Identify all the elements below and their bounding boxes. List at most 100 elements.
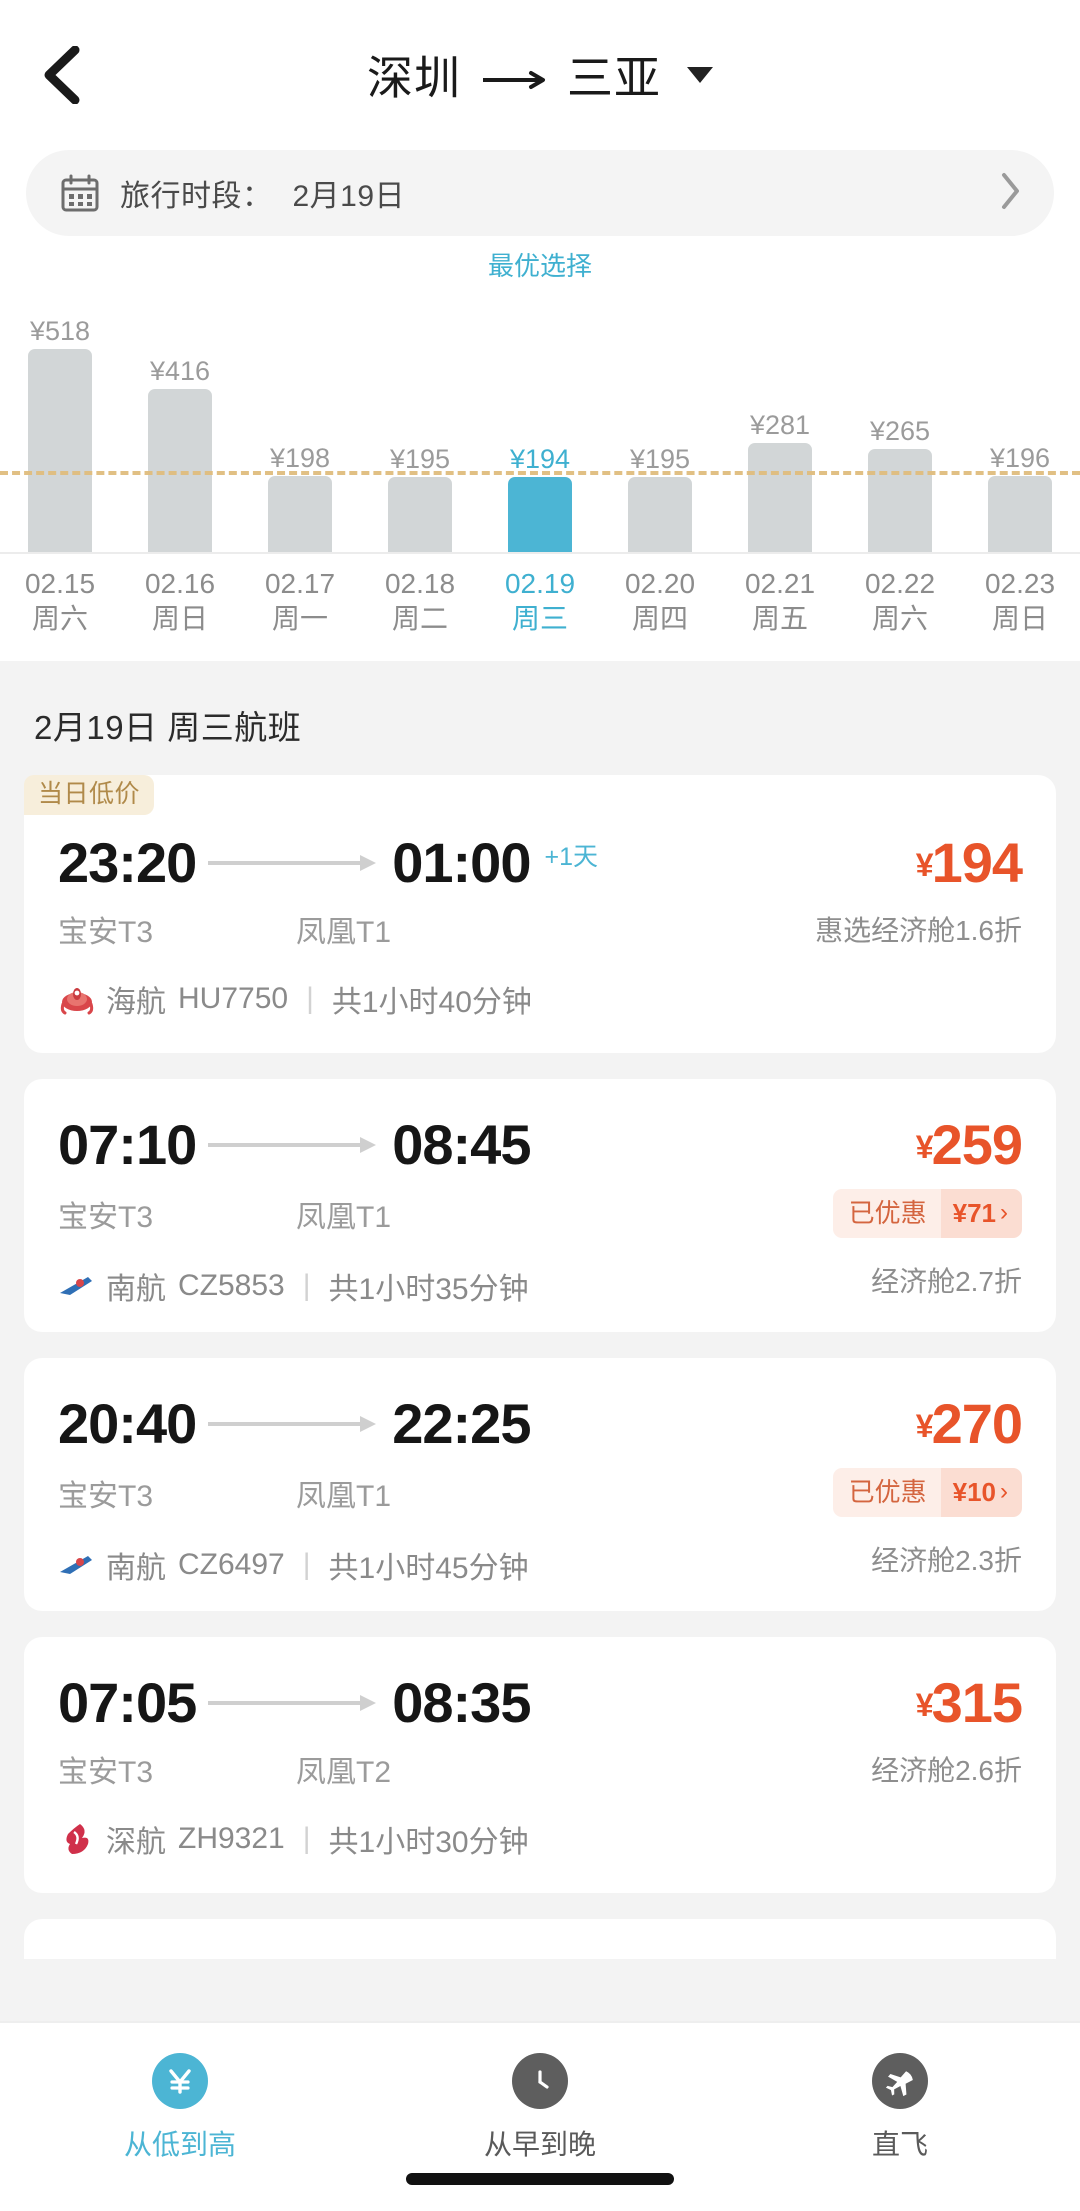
- chart-bar-02-20[interactable]: ¥195: [600, 294, 720, 554]
- cabin-class: 经济舱2.3折: [871, 1545, 1022, 1577]
- chart-date-02-22[interactable]: 02.22 周六: [840, 566, 960, 637]
- next-flight-card-partial[interactable]: [24, 1919, 1056, 1960]
- chart-x-axis-labels[interactable]: 02.15 周六 02.16 周日 02.17 周一 02.18 周二 02.19 周三 02.20…: [0, 566, 1080, 637]
- chart-bar-02-23[interactable]: ¥196: [960, 294, 1080, 554]
- cabin-class: 惠选经济舱1.6折: [815, 915, 1022, 947]
- chart-bar-02-19[interactable]: 最优选择 ¥194: [480, 251, 600, 554]
- flight-price: ¥194: [916, 835, 1023, 891]
- price-amount: 194: [931, 831, 1023, 895]
- flight-list-title: 2月19日 周三航班: [34, 709, 302, 747]
- terminals-row: 宝安T3 凤凰T1 已优惠 ¥10 ›: [58, 1468, 1022, 1518]
- route-title[interactable]: 深圳 三亚: [0, 42, 1080, 108]
- flight-times-row: 20:40 22:25 ¥270: [58, 1392, 1023, 1456]
- shenzhen-airlines-logo: [58, 1820, 96, 1858]
- chart-bar-02-15[interactable]: ¥518: [0, 294, 120, 554]
- flight-price: ¥315: [916, 1675, 1023, 1731]
- chart-date-02-17[interactable]: 02.17 周一: [240, 566, 360, 637]
- sort-tab-2[interactable]: 从早到晚: [360, 2053, 720, 2163]
- chart-bar-02-17[interactable]: ¥198: [240, 294, 360, 554]
- average-price-line: [0, 471, 1080, 475]
- sort-tab-1[interactable]: 从低到高: [0, 2053, 360, 2163]
- chart-date-02-21[interactable]: 02.21 周五: [720, 566, 840, 637]
- arrival-time: 08:45: [392, 1113, 531, 1177]
- date-label: 02.16: [144, 568, 216, 599]
- arrival-time: 08:35: [392, 1671, 531, 1735]
- price-block: ¥270: [916, 1396, 1023, 1452]
- flight-arrow-icon: [204, 1132, 384, 1158]
- chart-date-02-16[interactable]: 02.16 周日: [120, 566, 240, 637]
- times-group: 07:10 08:45: [58, 1113, 531, 1177]
- chart-plot-area: ¥518 ¥416 ¥198 ¥195 最优选择 ¥194 ¥195 ¥281 ¥265 ¥196: [0, 251, 1080, 554]
- weekday-label: 周五: [751, 603, 808, 634]
- back-button[interactable]: [30, 44, 92, 106]
- flight-times-row: 07:10 08:45 ¥259: [58, 1113, 1023, 1177]
- flight-search-screen: 深圳 三亚 旅行时段： 2月19日 ¥518 ¥416 ¥198 ¥195 最优…: [0, 0, 1080, 2211]
- chevron-right-icon: [1000, 172, 1022, 215]
- travel-period-selector[interactable]: 旅行时段： 2月19日: [26, 150, 1054, 236]
- destination-city: 三亚: [567, 52, 661, 104]
- chart-bar-02-18[interactable]: ¥195: [360, 294, 480, 554]
- travel-period-label: 旅行时段：: [120, 180, 273, 213]
- bar-price-label: ¥194: [509, 444, 571, 474]
- departure-time: 07:05: [58, 1671, 197, 1735]
- sort-tab-label: 直飞: [871, 2129, 928, 2160]
- price-amount: 270: [931, 1392, 1023, 1456]
- chart-date-02-23[interactable]: 02.23 周日: [960, 566, 1080, 637]
- discount-badge[interactable]: 已优惠 ¥10 ›: [832, 1468, 1022, 1518]
- date-bar-wrapper: 旅行时段： 2月19日: [0, 150, 1080, 236]
- clock-circle-icon: [512, 2053, 568, 2109]
- caret-down-icon[interactable]: [687, 67, 713, 83]
- china-southern-logo: [58, 1267, 96, 1305]
- bar-price-label: ¥281: [749, 410, 811, 440]
- flight-duration: 共1小时35分钟: [328, 1273, 529, 1307]
- chart-bar-02-21[interactable]: ¥281: [720, 294, 840, 554]
- sort-tab-3[interactable]: 直飞: [720, 2053, 1080, 2163]
- flight-cards-container: 当日低价 23:20 01:00 +1天 ¥194 宝安T3 凤凰T1 惠选经济舱1.6折 海航…: [24, 775, 1056, 1894]
- date-label: 02.23: [984, 568, 1056, 599]
- departure-terminal: 宝安T3: [58, 916, 154, 950]
- airline-name: 南航: [106, 1552, 166, 1586]
- weekday-label: 周日: [991, 603, 1048, 634]
- weekday-label: 周三: [511, 603, 568, 634]
- weekday-label: 周六: [871, 603, 928, 634]
- date-label: 02.17: [264, 568, 336, 599]
- bar-price-label: ¥195: [629, 444, 691, 474]
- price-block: ¥259: [916, 1117, 1023, 1173]
- chevron-right-small-icon: ›: [1000, 1199, 1008, 1227]
- price-block: ¥315: [916, 1675, 1023, 1731]
- bar-price-label: ¥518: [29, 316, 91, 346]
- weekday-label: 周日: [151, 603, 208, 634]
- flight-card[interactable]: 07:10 08:45 ¥259 宝安T3 凤凰T1 已优惠 ¥71 › 南航 CZ5853 | 共1…: [24, 1079, 1056, 1333]
- flight-arrow-icon: [204, 850, 384, 876]
- separator: |: [306, 982, 314, 1016]
- best-choice-label: 最优选择: [487, 251, 593, 281]
- bar-rect: [628, 477, 692, 554]
- bar-rect: [28, 349, 92, 554]
- chart-bar-02-22[interactable]: ¥265: [840, 294, 960, 554]
- chart-bar-02-16[interactable]: ¥416: [120, 294, 240, 554]
- arrival-time: 22:25: [392, 1392, 531, 1456]
- flight-arrow-icon: [204, 1690, 384, 1716]
- chart-date-02-18[interactable]: 02.18 周二: [360, 566, 480, 637]
- flight-number: HU7750: [178, 982, 289, 1016]
- flight-card[interactable]: 当日低价 23:20 01:00 +1天 ¥194 宝安T3 凤凰T1 惠选经济舱1.6折 海航…: [24, 775, 1056, 1054]
- date-label: 02.21: [744, 568, 816, 599]
- price-trend-chart[interactable]: ¥518 ¥416 ¥198 ¥195 最优选择 ¥194 ¥195 ¥281 ¥265 ¥196: [0, 251, 1080, 554]
- bar-price-label: ¥196: [989, 443, 1051, 473]
- chart-date-02-19[interactable]: 02.19 周三: [480, 566, 600, 637]
- flight-card[interactable]: 20:40 22:25 ¥270 宝安T3 凤凰T1 已优惠 ¥10 › 南航 CZ6497 | 共1…: [24, 1358, 1056, 1612]
- bar-price-label: ¥195: [389, 444, 451, 474]
- chart-date-02-20[interactable]: 02.20 周四: [600, 566, 720, 637]
- arrival-terminal: 凤凰T1: [296, 916, 392, 950]
- flight-list: 2月19日 周三航班 当日低价 23:20 01:00 +1天 ¥194 宝安T3 凤凰T1…: [0, 661, 1080, 2021]
- chart-date-02-15[interactable]: 02.15 周六: [0, 566, 120, 637]
- plane-circle-icon: [872, 2053, 928, 2109]
- discount-label: 已优惠: [832, 1468, 941, 1518]
- discount-badge[interactable]: 已优惠 ¥71 ›: [832, 1189, 1022, 1239]
- departure-terminal: 宝安T3: [58, 1756, 154, 1790]
- chevron-right-small-icon: ›: [1000, 1478, 1008, 1506]
- date-label: 02.20: [624, 568, 696, 599]
- flight-card[interactable]: 07:05 08:35 ¥315 宝安T3 凤凰T2 经济舱2.6折 深航 ZH9321 | 共1…: [24, 1637, 1056, 1894]
- bar-rect: [388, 477, 452, 554]
- departure-time: 23:20: [58, 831, 197, 895]
